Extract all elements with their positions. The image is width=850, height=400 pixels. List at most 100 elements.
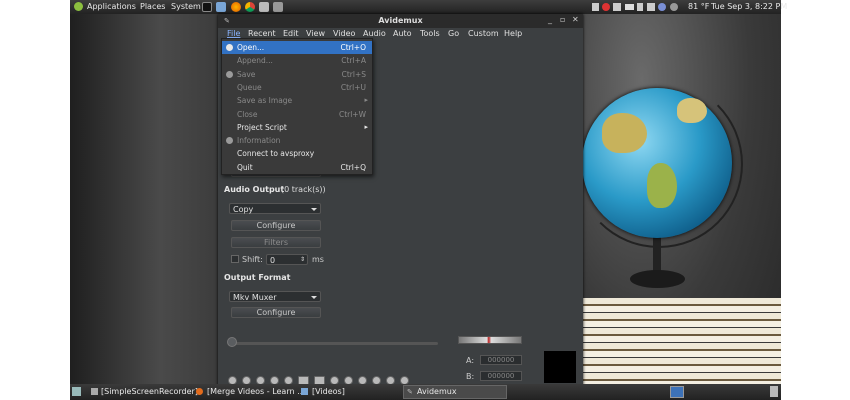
file-menu-item-label: Save as Image — [237, 96, 293, 106]
shift-spinbox[interactable]: 0 ⇕ — [266, 254, 308, 265]
output-format-title: Output Format — [224, 273, 291, 282]
submenu-arrow-icon: ▸ — [364, 96, 368, 105]
workspace-switcher[interactable] — [670, 386, 684, 398]
volume-icon[interactable] — [647, 3, 655, 11]
app-launcher-icon[interactable] — [259, 2, 269, 12]
distro-logo-icon[interactable] — [74, 2, 83, 11]
shift-checkbox[interactable] — [231, 255, 239, 263]
menu-tools[interactable]: Tools — [420, 29, 440, 38]
taskbar-app-icon — [91, 388, 98, 395]
terminal-launcher-icon[interactable] — [202, 2, 212, 12]
file-menu-item-label: Open... — [237, 43, 265, 52]
menu-recent[interactable]: Recent — [248, 29, 276, 38]
menu-file[interactable]: File — [227, 29, 240, 38]
shift-unit: ms — [312, 255, 324, 264]
tray-icons — [592, 3, 680, 11]
timeline-handle[interactable] — [227, 337, 237, 347]
taskbar-app-icon — [196, 388, 203, 395]
file-menu-dropdown: Open... Ctrl+O Append... Ctrl+A Save Ctrl+S Qu… — [221, 38, 373, 175]
globe-base — [630, 270, 685, 288]
menu-video[interactable]: Video — [333, 29, 355, 38]
marker-b-label: B: — [466, 372, 475, 381]
muxer-configure-button[interactable]: Configure — [231, 307, 321, 318]
file-menu-item-shortcut: Ctrl+W — [338, 109, 366, 119]
file-manager-launcher-icon[interactable] — [216, 2, 226, 12]
file-menu-item[interactable]: Close Ctrl+W — [222, 108, 372, 121]
close-button[interactable]: ✕ — [572, 15, 579, 24]
audio-track-count: (0 track(s)) — [281, 185, 326, 194]
file-menu-item[interactable]: Save as Image ▸ — [222, 94, 372, 107]
file-menu-item[interactable]: Information — [222, 134, 372, 147]
menu-go[interactable]: Go — [448, 29, 459, 38]
show-desktop-icon[interactable] — [72, 387, 81, 396]
taskbar-item-videos[interactable]: [Videos] — [312, 386, 345, 399]
file-menu-item-label: Connect to avsproxy — [237, 149, 315, 159]
menu-auto[interactable]: Auto — [393, 29, 412, 38]
file-menu-item-shortcut: Ctrl+O — [340, 43, 366, 52]
file-menu-item-label: Information — [237, 136, 281, 146]
update-icon[interactable] — [592, 3, 599, 11]
system-menu[interactable]: System — [171, 2, 201, 11]
volume-meter[interactable] — [458, 336, 522, 344]
alert-icon[interactable] — [602, 3, 610, 11]
file-menu-item-label: Close — [237, 109, 258, 119]
chevron-down-icon — [311, 208, 317, 211]
file-menu-item-shortcut: Ctrl+S — [341, 69, 366, 79]
menu-audio[interactable]: Audio — [363, 29, 386, 38]
menu-view[interactable]: View — [306, 29, 325, 38]
network-icon[interactable] — [613, 3, 621, 11]
muxer-value: Mkv Muxer — [233, 293, 277, 302]
shift-value: 0 — [270, 256, 276, 265]
file-menu-item[interactable]: Open... Ctrl+O — [222, 41, 372, 54]
app-launcher-icon-2[interactable] — [273, 2, 283, 12]
taskbar-app-icon: ✎ — [407, 388, 413, 396]
chrome-launcher-icon[interactable] — [245, 2, 255, 12]
window-title: Avidemux — [378, 16, 423, 25]
places-menu[interactable]: Places — [140, 2, 165, 11]
file-menu-item[interactable]: Queue Ctrl+U — [222, 81, 372, 94]
globe-meridian-ring — [575, 80, 743, 248]
applications-menu[interactable]: Applications — [87, 2, 136, 11]
clock[interactable]: Tue Sep 3, 8:22 PM — [711, 2, 787, 11]
file-menu-item[interactable]: Project Script ▸ — [222, 121, 372, 134]
file-menu-item[interactable]: Save Ctrl+S — [222, 68, 372, 81]
file-menu-item-shortcut: Ctrl+U — [340, 82, 366, 92]
menu-edit[interactable]: Edit — [283, 29, 299, 38]
audio-codec-value: Copy — [233, 205, 254, 214]
file-menu-item-shortcut: Ctrl+A — [341, 56, 366, 66]
audio-configure-button[interactable]: Configure — [231, 220, 321, 231]
file-menu-item-label: Project Script — [237, 122, 287, 132]
submenu-arrow-icon: ▸ — [364, 122, 368, 131]
taskbar-app-icon — [301, 388, 308, 395]
taskbar-item-simplescreenrecorder[interactable]: [SimpleScreenRecorder] — [101, 386, 198, 399]
menu-custom[interactable]: Custom — [468, 29, 499, 38]
file-menu-item[interactable]: Append... Ctrl+A — [222, 54, 372, 67]
file-menu-item[interactable]: Quit Ctrl+Q — [222, 161, 372, 174]
mail-icon[interactable] — [625, 4, 634, 10]
muxer-select[interactable]: Mkv Muxer — [229, 291, 321, 302]
file-menu-item[interactable]: Connect to avsproxy — [222, 147, 372, 160]
taskbar-item-merge-videos[interactable]: [Merge Videos - Learn ... — [207, 386, 305, 399]
marker-a-label: A: — [466, 356, 475, 365]
file-menu-item-label: Append... — [237, 56, 273, 66]
book-stack-image — [582, 298, 781, 384]
minimize-button[interactable]: _ — [548, 15, 552, 24]
spin-up-down-icon[interactable]: ⇕ — [300, 254, 305, 265]
weather-temperature: 81 °F — [688, 2, 710, 11]
menu-help[interactable]: Help — [504, 29, 522, 38]
battery-icon[interactable] — [637, 3, 643, 11]
firefox-launcher-icon[interactable] — [231, 2, 241, 12]
timeline-slider[interactable] — [230, 342, 438, 345]
chat-icon[interactable] — [658, 3, 666, 11]
save-icon — [226, 70, 233, 78]
audio-codec-select[interactable]: Copy — [229, 203, 321, 214]
audio-output-title: Audio Output — [224, 185, 285, 194]
maximize-button[interactable]: ▫ — [560, 15, 565, 24]
taskbar-item-avidemux[interactable]: Avidemux — [417, 386, 457, 399]
weather-icon — [670, 3, 678, 11]
window-titlebar[interactable]: ✎ Avidemux _ ▫ ✕ — [218, 14, 583, 28]
trash-icon[interactable] — [770, 386, 778, 397]
audio-filters-button[interactable]: Filters — [231, 237, 321, 248]
chevron-down-icon — [311, 296, 317, 299]
marker-a-value: 000000 — [480, 355, 522, 365]
